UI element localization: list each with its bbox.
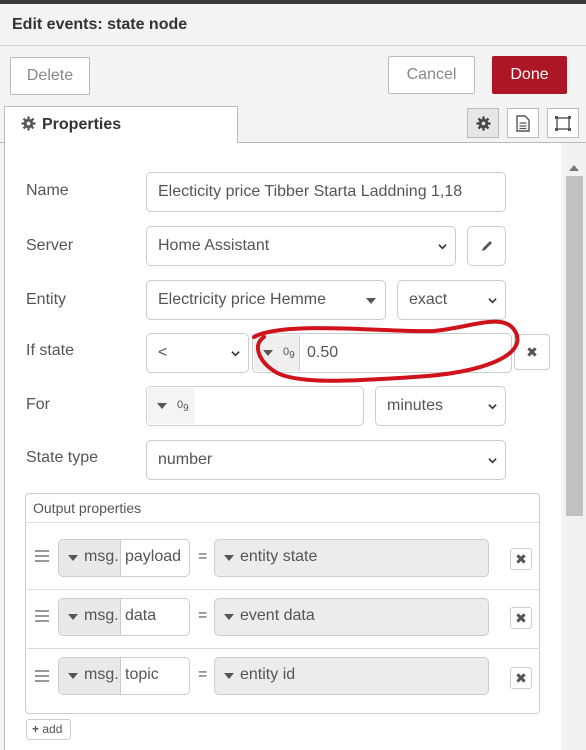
output-row-1-property[interactable]: msg. payload [58,539,190,577]
add-output-button[interactable]: + add [26,719,71,740]
chevron-down-icon [438,244,447,250]
caret-down-icon [68,614,78,620]
server-label: Server [26,237,74,254]
name-input[interactable]: Electicity price Tibber Starta Laddning … [146,172,506,212]
output-row-2-value-select[interactable]: event data [214,598,489,636]
caret-down-icon [224,555,234,561]
output-row-3-property-value: topic [125,666,159,683]
entity-label: Entity [26,291,67,308]
for-unit-value: minutes [387,397,444,414]
state-type-value: number [158,451,213,468]
caret-down-icon [224,673,234,679]
if-state-label: If state [26,342,75,359]
for-value-input[interactable]: 09 [146,386,364,426]
done-button[interactable]: Done [492,56,567,94]
equals-sign: = [198,607,208,624]
msg-type-select[interactable]: msg. [59,658,121,694]
if-state-operator-value: < [158,344,168,361]
output-row-2-value: event data [240,607,315,624]
output-row-1-value-select[interactable]: entity state [214,539,489,577]
for-label: For [26,396,50,413]
entity-match-select[interactable]: exact [397,280,506,320]
tab-description-button[interactable] [507,108,539,138]
remove-row-button[interactable]: ✖ [510,667,532,689]
red-annotation-circle [252,319,520,383]
plus-icon: + [32,722,40,736]
output-row-3-property[interactable]: msg. topic [58,657,190,695]
tab-bar: Properties [0,106,586,144]
name-label: Name [26,182,69,199]
state-type-label: State type [26,449,99,466]
drag-handle-icon[interactable] [35,550,49,562]
chevron-down-icon [488,458,497,464]
appearance-icon [555,115,571,131]
chevron-down-icon [231,351,240,357]
pencil-icon [482,241,492,251]
caret-down-icon [224,614,234,620]
cancel-button[interactable]: Cancel [388,56,475,94]
server-select-value: Home Assistant [158,237,270,254]
caret-down-icon [68,555,78,561]
drag-handle-icon[interactable] [35,670,49,682]
caret-down-icon [157,403,167,409]
caret-down-icon [366,298,376,304]
msg-type-select[interactable]: msg. [59,599,121,635]
msg-prefix: msg. [84,607,119,624]
equals-sign: = [198,548,208,565]
remove-row-button[interactable]: ✖ [510,548,532,570]
tab-appearance-button[interactable] [547,108,579,138]
remove-row-button[interactable]: ✖ [510,607,532,629]
msg-prefix: msg. [84,548,119,565]
row-divider [27,648,540,649]
output-row-3-value-select[interactable]: entity id [214,657,489,695]
row-divider [27,589,540,590]
for-unit-select[interactable]: minutes [375,386,506,426]
output-properties-box: Output properties msg. payload = entity … [25,493,540,714]
add-label: add [42,722,63,736]
state-type-select[interactable]: number [146,440,506,480]
scrollbar-thumb[interactable] [566,176,583,516]
entity-match-value: exact [409,291,448,308]
output-row-1-property-value: payload [125,548,182,565]
entity-input-value: Electricity price Hemme [158,291,327,308]
scroll-up-arrow[interactable] [569,165,579,171]
gear-icon [475,115,491,131]
output-row-1-value: entity state [240,548,318,565]
dialog-title-bar: Edit events: state node [0,4,586,46]
server-select[interactable]: Home Assistant [146,226,456,266]
equals-sign: = [198,666,208,683]
msg-type-select[interactable]: msg. [59,540,121,576]
output-row-2-property-value: data [125,607,157,624]
msg-prefix: msg. [84,666,119,683]
delete-button[interactable]: Delete [10,57,90,95]
tab-properties-label: Properties [42,116,122,133]
tab-properties[interactable]: Properties [4,106,238,144]
tab-settings-button[interactable] [467,108,499,138]
drag-handle-icon[interactable] [35,610,49,622]
chevron-down-icon [488,298,497,304]
caret-down-icon [68,673,78,679]
gear-icon [21,116,36,131]
output-row-3-value: entity id [240,666,296,683]
if-state-operator-select[interactable]: < [146,333,249,373]
chevron-down-icon [488,404,497,410]
description-icon [516,114,530,132]
output-row-2-property[interactable]: msg. data [58,598,190,636]
output-properties-title: Output properties [26,494,539,523]
for-type-select[interactable]: 09 [148,388,194,424]
dialog-title: Edit events: state node [12,16,188,33]
number-type-icon: 09 [177,399,189,415]
edit-server-button[interactable] [467,226,506,266]
entity-input[interactable]: Electricity price Hemme [146,280,386,320]
